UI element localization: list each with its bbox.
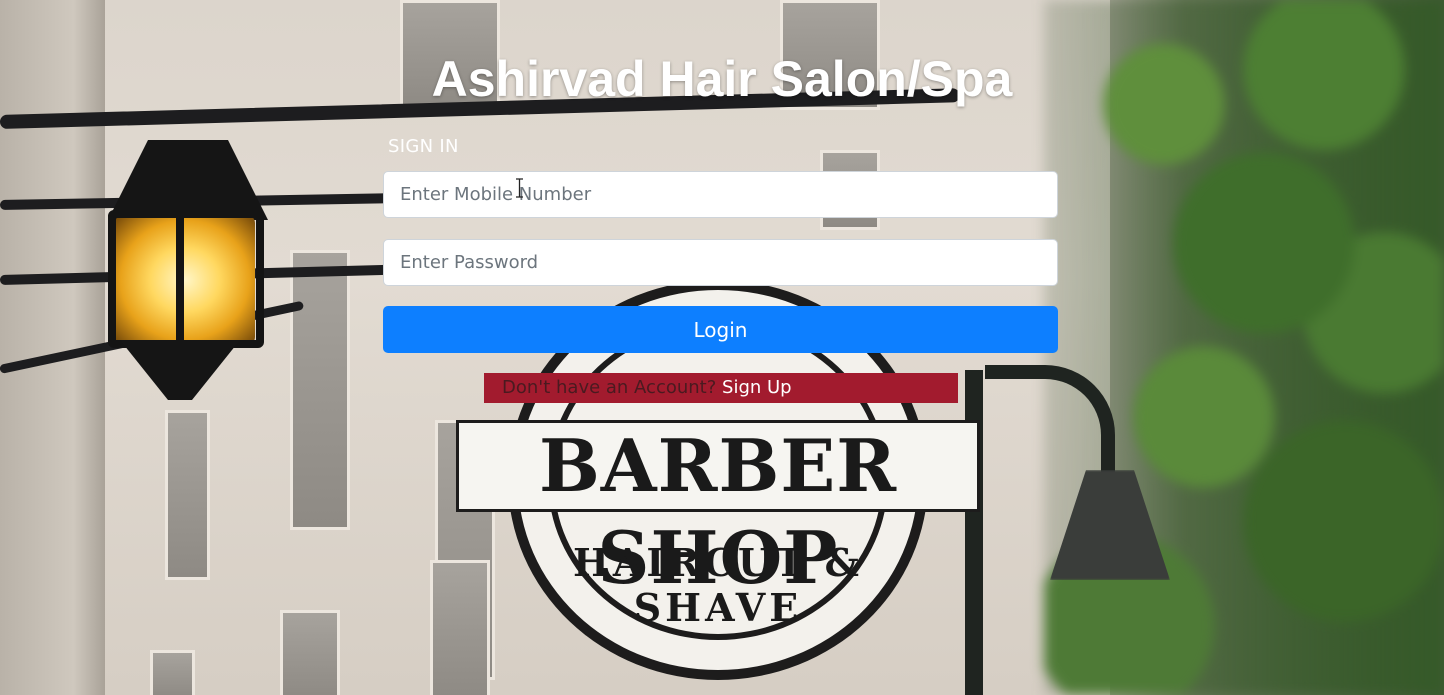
sign-in-heading: SIGN IN [388, 136, 459, 157]
page-title: Ashirvad Hair Salon/Spa [431, 51, 1013, 107]
signup-banner: Don't have an Account? Sign Up [484, 373, 958, 403]
lantern-frame [176, 210, 184, 348]
signup-link[interactable]: Sign Up [722, 377, 792, 398]
building-window [150, 650, 195, 695]
building-window [165, 410, 210, 580]
building-window [290, 250, 350, 530]
building-window [280, 610, 340, 695]
password-input[interactable] [383, 239, 1058, 286]
mobile-number-input[interactable] [383, 171, 1058, 218]
text-cursor-icon [516, 178, 523, 198]
login-button[interactable]: Login [383, 306, 1058, 353]
signup-prompt: Don't have an Account? [502, 377, 723, 398]
barber-sign-subtext: HAIRCUT & SHAVE [573, 540, 863, 630]
lantern-frame [108, 210, 264, 348]
